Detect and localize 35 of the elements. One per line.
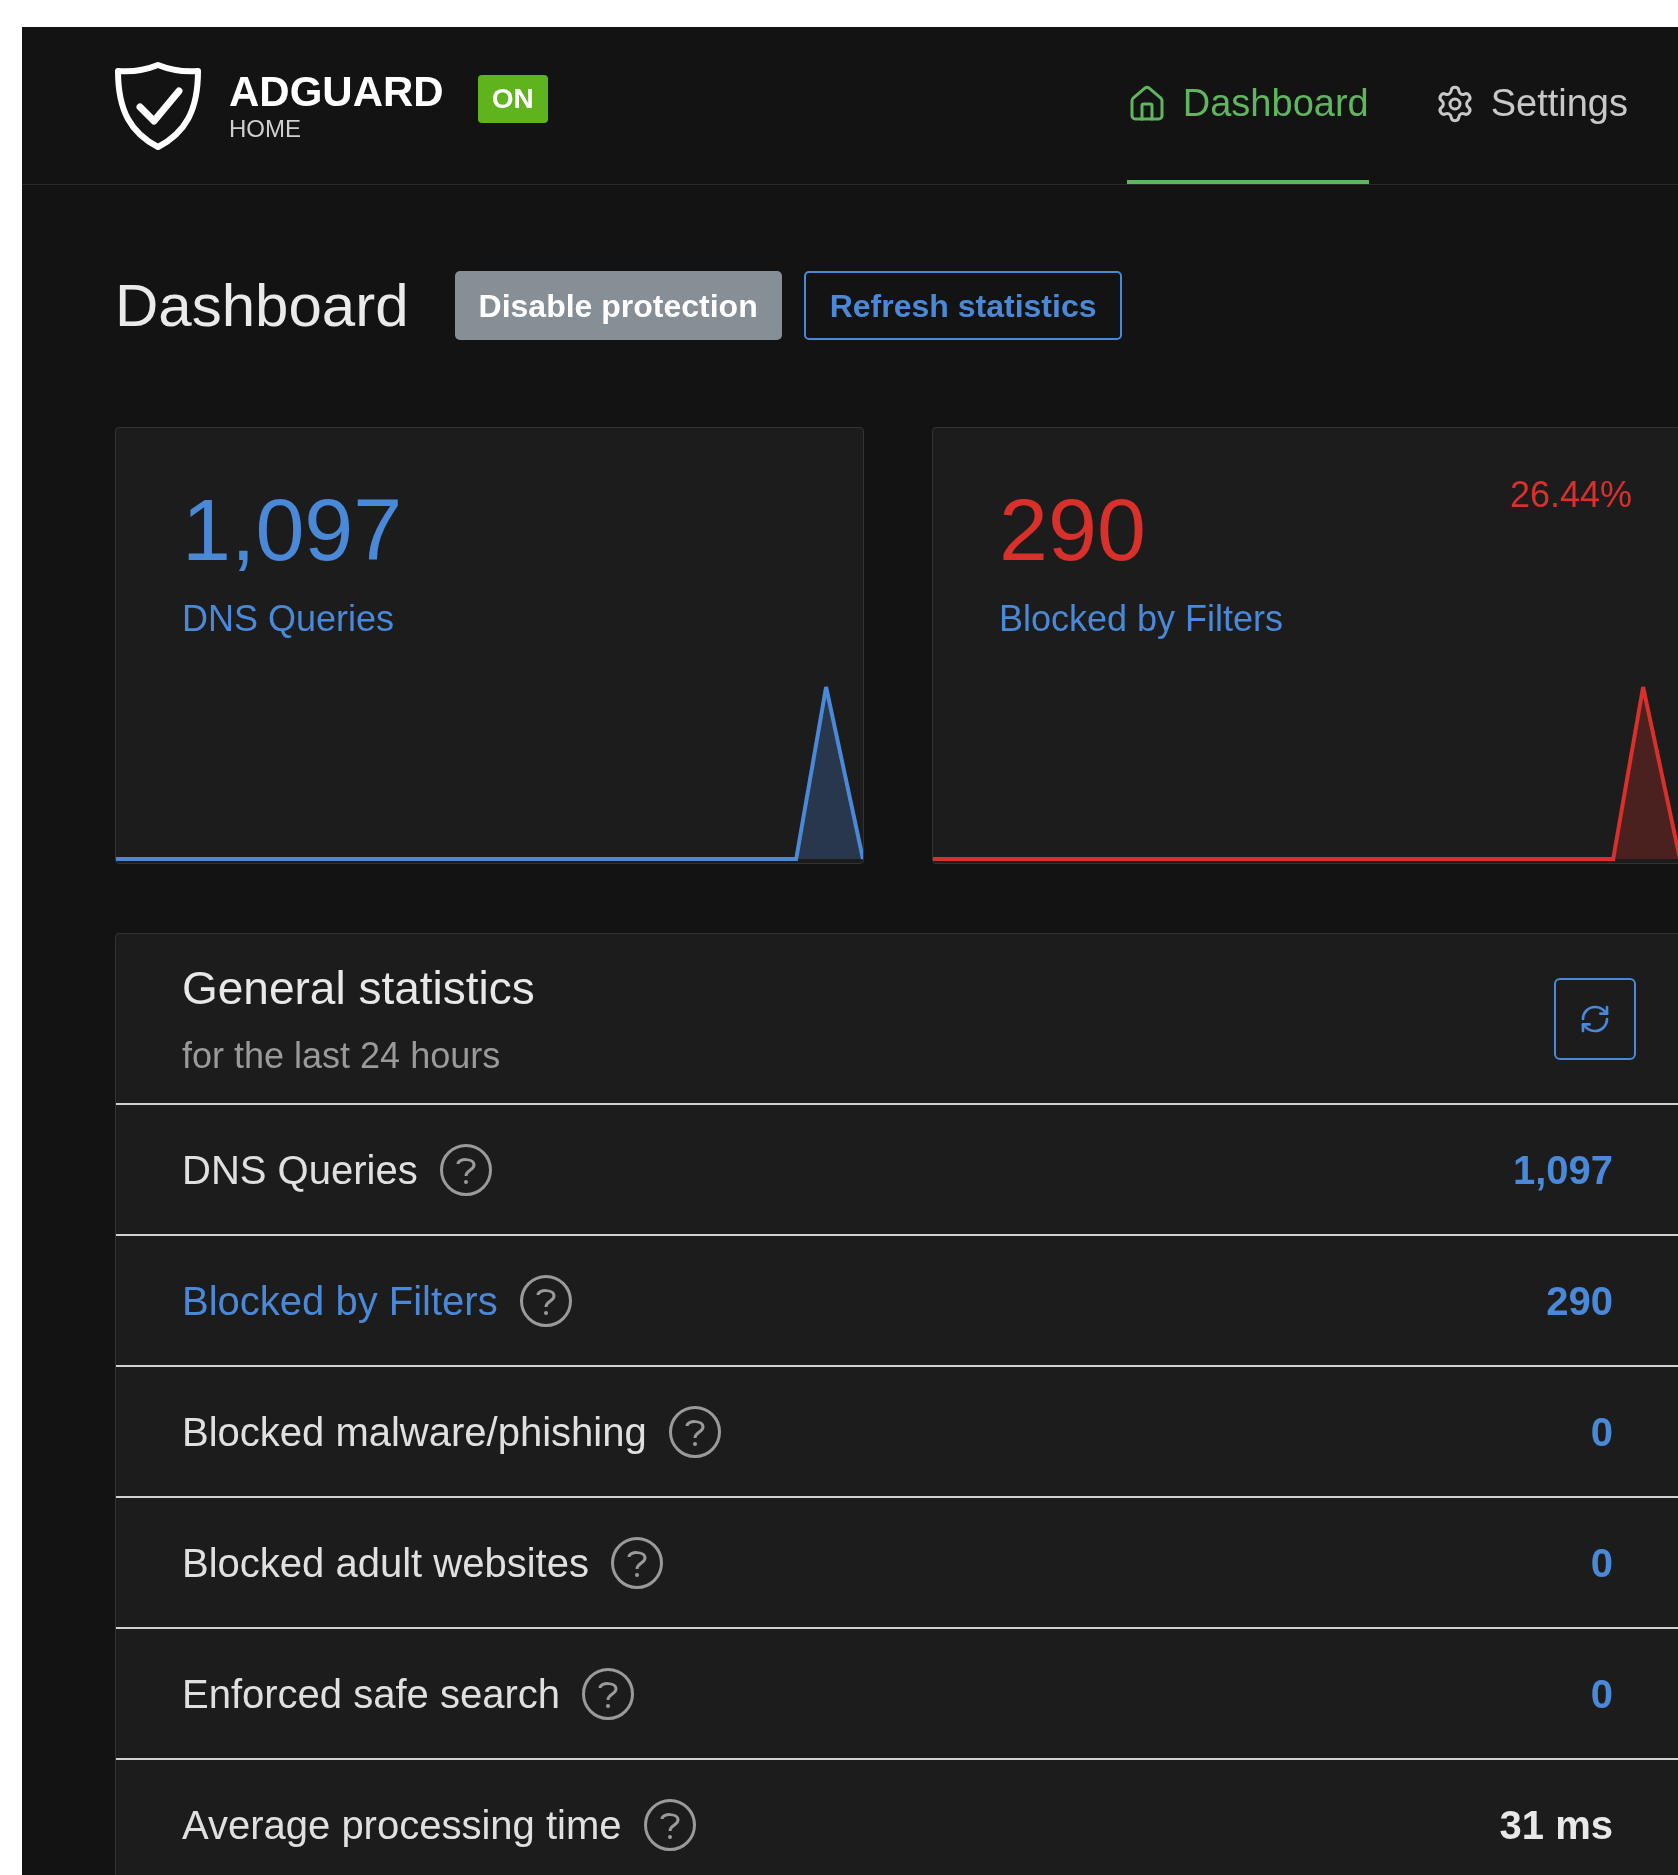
help-icon[interactable]: [610, 1536, 663, 1589]
stat-value: 1,097: [1512, 1146, 1613, 1194]
panel-subtitle: for the last 24 hours: [182, 1034, 502, 1078]
help-icon[interactable]: [519, 1274, 572, 1327]
stat-value: 0: [1590, 1670, 1613, 1718]
help-icon[interactable]: [643, 1798, 696, 1851]
card-value: 1,097: [182, 486, 403, 574]
page-title: Dashboard: [115, 270, 409, 341]
disable-protection-button[interactable]: Disable protection: [454, 271, 782, 340]
refresh-statistics-button[interactable]: Refresh statistics: [803, 271, 1123, 340]
stat-value: 290: [1546, 1277, 1613, 1325]
stat-label: Blocked malware/phishing: [182, 1408, 647, 1456]
card-label: Blocked by Filters: [999, 597, 1284, 641]
help-icon[interactable]: [668, 1405, 721, 1458]
status-badge: ON: [477, 74, 548, 123]
stat-value: 0: [1590, 1408, 1613, 1456]
percent-label: 26.44%: [1509, 473, 1632, 517]
nav-tab[interactable]: Dashboard: [1126, 27, 1369, 184]
help-icon[interactable]: [582, 1667, 634, 1720]
stat-value: 31 ms: [1499, 1801, 1613, 1849]
stat-label: DNS Queries: [182, 1146, 418, 1194]
card-label: DNS Queries: [182, 597, 395, 641]
help-icon[interactable]: [439, 1143, 492, 1196]
refresh-button[interactable]: [1554, 977, 1636, 1060]
stat-link[interactable]: Blocked by Filters: [182, 1270, 498, 1331]
stat-value: 0: [1590, 1539, 1613, 1587]
nav-tab[interactable]: Settings: [1434, 27, 1628, 184]
stat-label: Blocked adult websites: [182, 1539, 589, 1587]
stat-label: Enforced safe search: [182, 1670, 560, 1718]
brand-name: ADGUARD: [229, 70, 444, 113]
brand-subtitle: HOME: [229, 116, 302, 141]
panel-title: General statistics: [182, 961, 535, 1016]
shield-check-logo-icon: [113, 60, 203, 151]
card-value: 290: [999, 486, 1146, 574]
stat-label: Average processing time: [182, 1801, 622, 1849]
